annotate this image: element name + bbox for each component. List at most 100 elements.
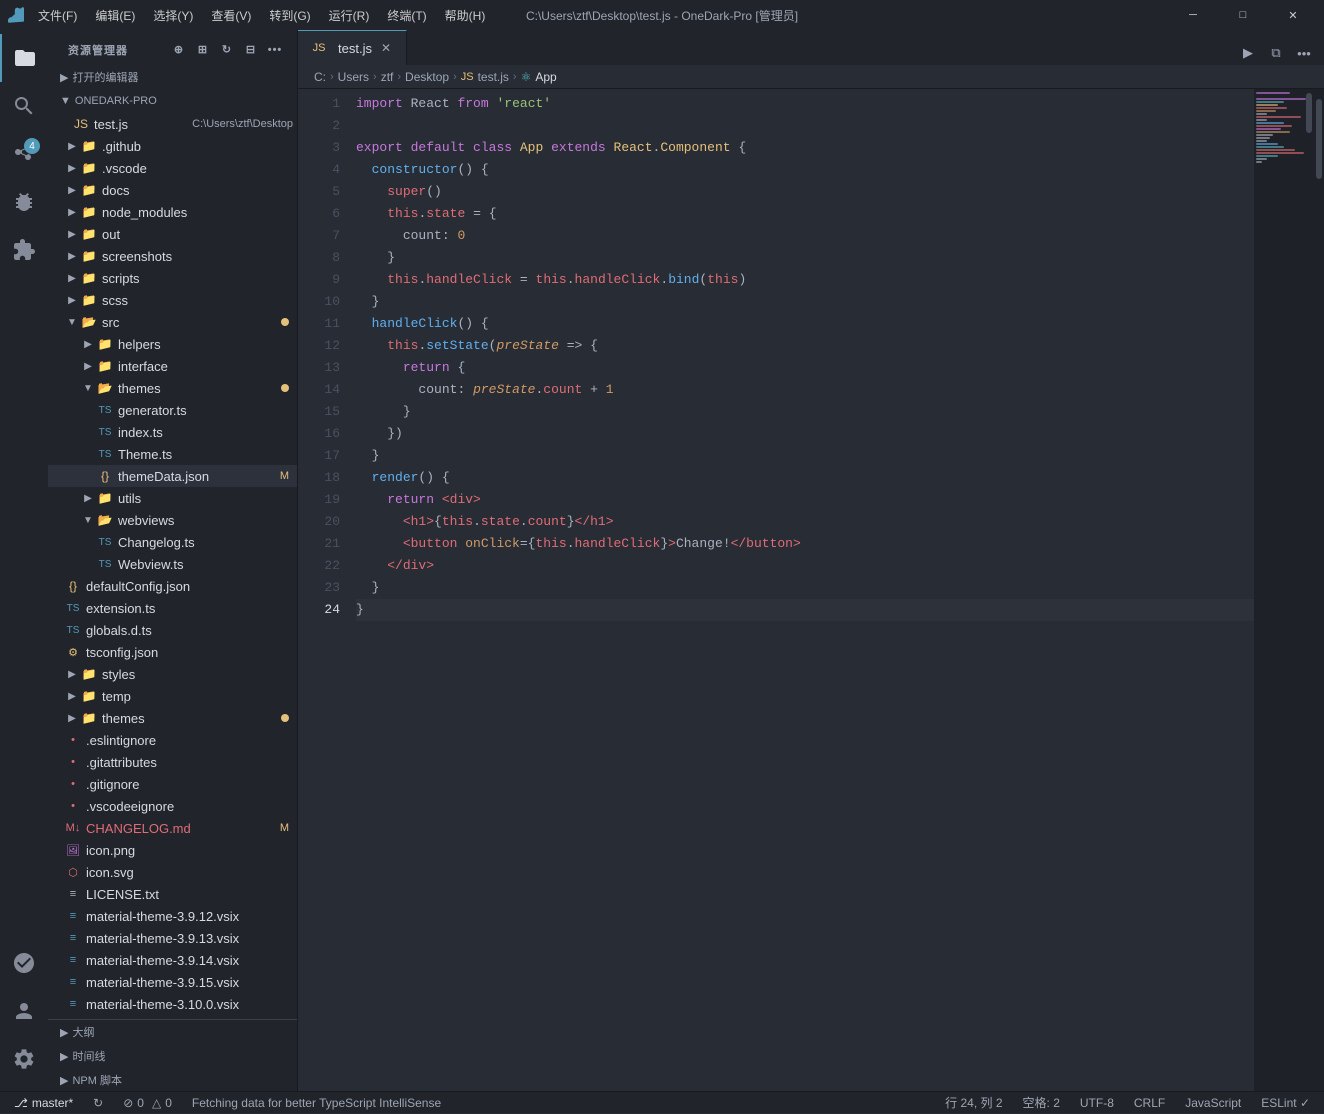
folder-utils[interactable]: ▶ 📁 utils <box>48 487 297 509</box>
more-tab-actions[interactable]: ••• <box>1292 41 1316 65</box>
folder-scss[interactable]: ▶ 📁 scss <box>48 289 297 311</box>
menu-goto[interactable]: 转到(G) <box>261 5 318 26</box>
file-vsix-3914[interactable]: ≡ material-theme-3.9.14.vsix <box>48 949 297 971</box>
line-ending-status[interactable]: CRLF <box>1128 1092 1171 1114</box>
open-editors-section[interactable]: ▶ 打开的编辑器 <box>48 65 297 89</box>
file-globals-dts[interactable]: TS globals.d.ts <box>48 619 297 641</box>
menu-view[interactable]: 查看(V) <box>203 5 259 26</box>
file-gitignore[interactable]: • .gitignore <box>48 773 297 795</box>
menu-file[interactable]: 文件(F) <box>30 5 85 26</box>
file-vsix-3100[interactable]: ≡ material-theme-3.10.0.vsix <box>48 993 297 1015</box>
scrollbar-thumb[interactable] <box>1316 99 1322 179</box>
root-folder-header[interactable]: ▼ ONEDARK-PRO <box>48 89 297 113</box>
eslint-status[interactable]: ESLint ✓ <box>1255 1092 1316 1114</box>
maximize-button[interactable]: □ <box>1220 0 1266 30</box>
run-button[interactable]: ▶ <box>1236 41 1260 65</box>
menu-edit[interactable]: 编辑(E) <box>87 5 143 26</box>
file-changelog-md[interactable]: M↓ CHANGELOG.md M <box>48 817 297 839</box>
breadcrumb-file[interactable]: test.js <box>478 70 509 84</box>
folder-scripts[interactable]: ▶ 📁 scripts <box>48 267 297 289</box>
folder-webviews[interactable]: ▼ 📂 webviews <box>48 509 297 531</box>
file-gitattributes[interactable]: • .gitattributes <box>48 751 297 773</box>
activity-accounts[interactable] <box>0 987 48 1035</box>
activity-remote[interactable] <box>0 939 48 987</box>
encoding-status[interactable]: UTF-8 <box>1074 1092 1120 1114</box>
file-webview-ts[interactable]: TS Webview.ts <box>48 553 297 575</box>
file-label: Webview.ts <box>118 557 297 572</box>
folder-src-themes[interactable]: ▼ 📂 themes <box>48 377 297 399</box>
file-extension-ts[interactable]: TS extension.ts <box>48 597 297 619</box>
folder-icon: 📁 <box>96 337 114 351</box>
folder-vscode[interactable]: ▶ 📁 .vscode <box>48 157 297 179</box>
activity-extensions[interactable] <box>0 226 48 274</box>
sidebar: 资源管理器 ⊕ ⊞ ↻ ⊟ ••• ▶ 打开的编辑器 ▼ ONEDARK-PRO <box>48 30 298 1091</box>
breadcrumb-desktop[interactable]: Desktop <box>405 70 449 84</box>
git-branch-status[interactable]: ⎇ master* <box>8 1092 79 1114</box>
npm-section[interactable]: ▶ NPM 脚本 <box>48 1068 297 1091</box>
menu-select[interactable]: 选择(Y) <box>145 5 201 26</box>
file-theme-ts[interactable]: TS Theme.ts <box>48 443 297 465</box>
menu-help[interactable]: 帮助(H) <box>437 5 494 26</box>
tab-close-button[interactable]: ✕ <box>378 40 394 56</box>
folder-label: scss <box>102 293 297 308</box>
breadcrumb-drive[interactable]: C: <box>314 70 326 84</box>
file-vsix-3915[interactable]: ≡ material-theme-3.9.15.vsix <box>48 971 297 993</box>
folder-docs[interactable]: ▶ 📁 docs <box>48 179 297 201</box>
file-themedata-json[interactable]: {} themeData.json M <box>48 465 297 487</box>
file-vscodeignore[interactable]: • .vscodeeignore <box>48 795 297 817</box>
file-vsix-3913[interactable]: ≡ material-theme-3.9.13.vsix <box>48 927 297 949</box>
new-file-button[interactable]: ⊕ <box>169 40 189 60</box>
code-line-11: handleClick() { <box>356 313 1254 335</box>
tab-testjs[interactable]: JS test.js ✕ <box>298 30 407 65</box>
sync-status[interactable]: ↻ <box>87 1092 109 1114</box>
outline-section[interactable]: ▶ 大纲 <box>48 1020 297 1044</box>
folder-screenshots[interactable]: ▶ 📁 screenshots <box>48 245 297 267</box>
file-generator-ts[interactable]: TS generator.ts <box>48 399 297 421</box>
open-editor-testjs[interactable]: JS test.js C:\Users\ztf\Desktop <box>48 113 297 135</box>
timeline-section[interactable]: ▶ 时间线 <box>48 1044 297 1068</box>
folder-helpers[interactable]: ▶ 📁 helpers <box>48 333 297 355</box>
file-icon-png[interactable]: 🖼 icon.png <box>48 839 297 861</box>
folder-src[interactable]: ▼ 📂 src <box>48 311 297 333</box>
file-changelog-ts[interactable]: TS Changelog.ts <box>48 531 297 553</box>
activity-explorer[interactable] <box>0 34 48 82</box>
menu-run[interactable]: 运行(R) <box>321 5 378 26</box>
file-defaultconfig-json[interactable]: {} defaultConfig.json <box>48 575 297 597</box>
activity-search[interactable] <box>0 82 48 130</box>
modified-badge: M <box>280 822 289 834</box>
more-actions-button[interactable]: ••• <box>265 40 285 60</box>
folder-interface[interactable]: ▶ 📁 interface <box>48 355 297 377</box>
menu-terminal[interactable]: 终端(T) <box>379 5 434 26</box>
close-button[interactable]: ✕ <box>1270 0 1316 30</box>
folder-temp[interactable]: ▶ 📁 temp <box>48 685 297 707</box>
breadcrumb-ztf[interactable]: ztf <box>381 70 394 84</box>
collapse-all-button[interactable]: ⊟ <box>241 40 261 60</box>
vertical-scrollbar[interactable] <box>1314 89 1324 1091</box>
minimize-button[interactable]: ─ <box>1170 0 1216 30</box>
activity-source-control[interactable]: 4 <box>0 130 48 178</box>
language-status[interactable]: JavaScript <box>1179 1092 1247 1114</box>
folder-root-themes[interactable]: ▶ 📁 themes <box>48 707 297 729</box>
file-icon-svg[interactable]: ⬡ icon.svg <box>48 861 297 883</box>
activity-debug[interactable] <box>0 178 48 226</box>
folder-node-modules[interactable]: ▶ 📁 node_modules <box>48 201 297 223</box>
refresh-button[interactable]: ↻ <box>217 40 237 60</box>
new-folder-button[interactable]: ⊞ <box>193 40 213 60</box>
breadcrumb-users[interactable]: Users <box>338 70 369 84</box>
code-content[interactable]: import React from 'react' export default… <box>348 89 1254 1091</box>
vscode-logo <box>8 7 24 23</box>
folder-github[interactable]: ▶ 📁 .github <box>48 135 297 157</box>
cursor-position[interactable]: 行 24, 列 2 <box>939 1092 1008 1114</box>
file-vsix-3912[interactable]: ≡ material-theme-3.9.12.vsix <box>48 905 297 927</box>
file-license-txt[interactable]: ≡ LICENSE.txt <box>48 883 297 905</box>
errors-status[interactable]: ⊘ 0 △ 0 <box>117 1092 178 1114</box>
folder-arrow: ▶ <box>64 691 80 702</box>
activity-settings[interactable] <box>0 1035 48 1083</box>
file-index-ts[interactable]: TS index.ts <box>48 421 297 443</box>
split-button[interactable]: ⧉ <box>1264 41 1288 65</box>
indentation-status[interactable]: 空格: 2 <box>1017 1092 1066 1114</box>
folder-styles[interactable]: ▶ 📁 styles <box>48 663 297 685</box>
folder-out[interactable]: ▶ 📁 out <box>48 223 297 245</box>
file-tsconfig-json[interactable]: ⚙ tsconfig.json <box>48 641 297 663</box>
file-eslintignore[interactable]: • .eslintignore <box>48 729 297 751</box>
